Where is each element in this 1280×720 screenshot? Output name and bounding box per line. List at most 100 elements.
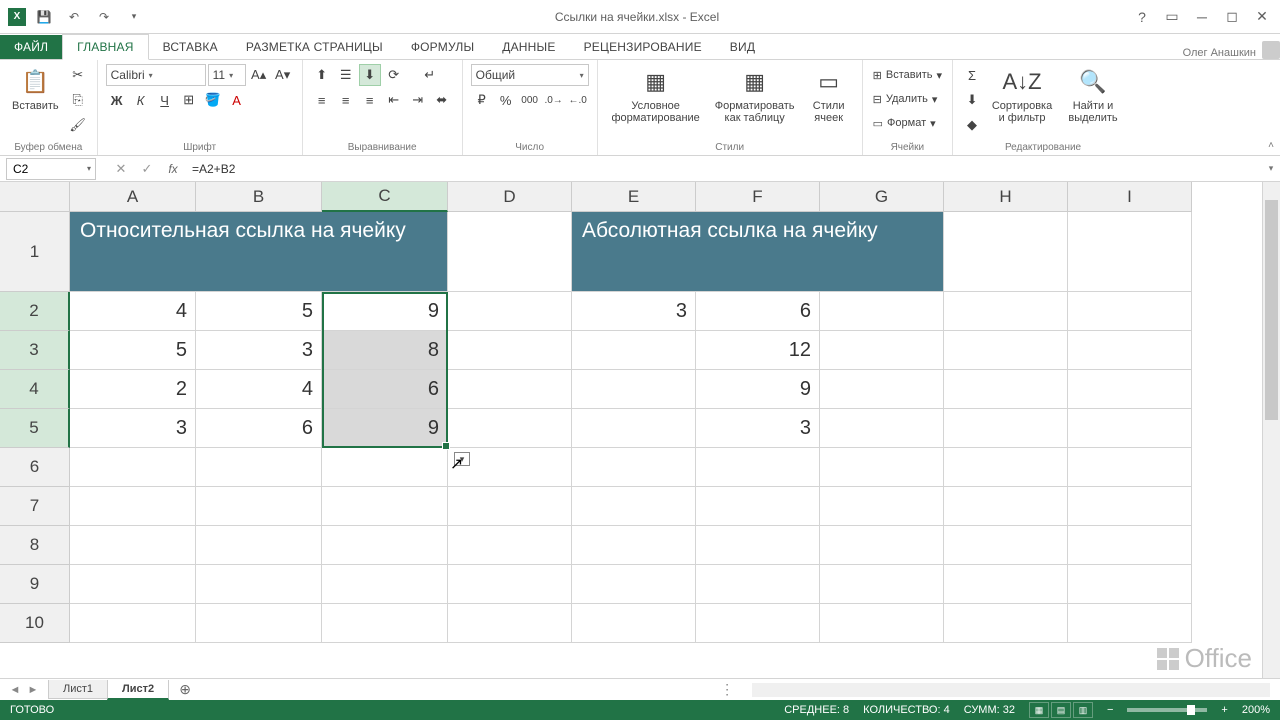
number-format-combo[interactable]: Общий▾: [471, 64, 589, 86]
increase-font-icon[interactable]: A▴: [248, 64, 270, 86]
tab-formulas[interactable]: ФОРМУЛЫ: [397, 35, 488, 59]
cell[interactable]: 5: [196, 292, 322, 331]
row-header[interactable]: 10: [0, 604, 70, 643]
cell[interactable]: 3: [696, 409, 820, 448]
view-page-break-icon[interactable]: ▥: [1073, 702, 1093, 718]
vertical-scrollbar[interactable]: [1262, 182, 1280, 680]
cell[interactable]: [944, 448, 1068, 487]
align-center-icon[interactable]: ≡: [335, 89, 357, 111]
close-icon[interactable]: ✕: [1248, 6, 1276, 28]
increase-indent-icon[interactable]: ⇥: [407, 89, 429, 111]
row-header[interactable]: 2: [0, 292, 70, 331]
column-header[interactable]: E: [572, 182, 696, 212]
table-header[interactable]: Относительная ссылка на ячейку: [70, 212, 448, 292]
insert-cells-button[interactable]: ⊞Вставить ▾: [871, 64, 944, 86]
cell[interactable]: [572, 409, 696, 448]
decrease-font-icon[interactable]: A▾: [272, 64, 294, 86]
sheet-tab-2[interactable]: Лист2: [107, 680, 169, 700]
cell[interactable]: [944, 565, 1068, 604]
cell[interactable]: [322, 487, 448, 526]
column-header[interactable]: I: [1068, 182, 1192, 212]
italic-icon[interactable]: К: [130, 89, 152, 111]
fx-icon[interactable]: fx: [160, 158, 186, 180]
cell[interactable]: [448, 526, 572, 565]
column-header[interactable]: H: [944, 182, 1068, 212]
merge-icon[interactable]: ⬌: [431, 89, 453, 111]
tab-review[interactable]: РЕЦЕНЗИРОВАНИЕ: [570, 35, 716, 59]
cell[interactable]: 3: [70, 409, 196, 448]
cell[interactable]: 6: [696, 292, 820, 331]
cell[interactable]: [448, 409, 572, 448]
column-header[interactable]: D: [448, 182, 572, 212]
maximize-icon[interactable]: ◻: [1218, 6, 1246, 28]
cell[interactable]: [1068, 448, 1192, 487]
sheet-tab-1[interactable]: Лист1: [48, 680, 108, 699]
cell[interactable]: [572, 526, 696, 565]
row-header[interactable]: 1: [0, 212, 70, 292]
cell[interactable]: [196, 526, 322, 565]
cell[interactable]: [448, 292, 572, 331]
column-header[interactable]: B: [196, 182, 322, 212]
cell[interactable]: [944, 331, 1068, 370]
cell[interactable]: [1068, 487, 1192, 526]
bold-icon[interactable]: Ж: [106, 89, 128, 111]
cell[interactable]: [448, 604, 572, 643]
horizontal-scrollbar[interactable]: [752, 683, 1270, 697]
cell[interactable]: [322, 448, 448, 487]
delete-cells-button[interactable]: ⊟Удалить ▾: [871, 88, 940, 110]
cell[interactable]: [820, 565, 944, 604]
cell[interactable]: 6: [196, 409, 322, 448]
copy-icon[interactable]: ⎘: [67, 89, 89, 111]
cell[interactable]: [322, 565, 448, 604]
column-header[interactable]: G: [820, 182, 944, 212]
tab-data[interactable]: ДАННЫЕ: [488, 35, 569, 59]
cell[interactable]: [70, 526, 196, 565]
ribbon-display-icon[interactable]: ▭: [1158, 6, 1186, 28]
cell[interactable]: [696, 565, 820, 604]
cell[interactable]: [820, 331, 944, 370]
cell[interactable]: [696, 487, 820, 526]
zoom-slider[interactable]: [1127, 708, 1207, 712]
cell[interactable]: [572, 565, 696, 604]
increase-decimal-icon[interactable]: .0→: [543, 89, 565, 111]
tab-file[interactable]: ФАЙЛ: [0, 35, 62, 59]
minimize-icon[interactable]: ─: [1188, 6, 1216, 28]
comma-icon[interactable]: 000: [519, 89, 541, 111]
borders-icon[interactable]: ⊞: [178, 89, 200, 111]
row-header[interactable]: 7: [0, 487, 70, 526]
cell[interactable]: 3: [572, 292, 696, 331]
cell[interactable]: [572, 604, 696, 643]
cell[interactable]: [196, 565, 322, 604]
column-header[interactable]: C: [322, 182, 448, 212]
sort-filter-button[interactable]: A↓Z Сортировка и фильтр: [987, 64, 1057, 126]
cut-icon[interactable]: ✂: [67, 64, 89, 86]
tab-view[interactable]: ВИД: [716, 35, 769, 59]
cell[interactable]: [944, 212, 1068, 292]
currency-icon[interactable]: ₽: [471, 89, 493, 111]
row-header[interactable]: 9: [0, 565, 70, 604]
cell[interactable]: [196, 448, 322, 487]
enter-formula-icon[interactable]: ✓: [134, 158, 160, 180]
cell[interactable]: [1068, 409, 1192, 448]
decrease-decimal-icon[interactable]: ←.0: [567, 89, 589, 111]
cell[interactable]: [820, 448, 944, 487]
cell[interactable]: [820, 370, 944, 409]
formula-input[interactable]: [186, 158, 1262, 180]
column-header[interactable]: A: [70, 182, 196, 212]
cell[interactable]: 2: [70, 370, 196, 409]
qat-customize-icon[interactable]: ▾: [122, 5, 146, 29]
name-box[interactable]: C2▾: [6, 158, 96, 180]
cell[interactable]: [820, 409, 944, 448]
cell[interactable]: [448, 565, 572, 604]
cell[interactable]: 9: [322, 409, 448, 448]
align-top-icon[interactable]: ⬆: [311, 64, 333, 86]
row-header[interactable]: 3: [0, 331, 70, 370]
cell[interactable]: [944, 604, 1068, 643]
cell[interactable]: [1068, 565, 1192, 604]
font-color-icon[interactable]: A: [226, 89, 248, 111]
cell[interactable]: [944, 409, 1068, 448]
cell[interactable]: [448, 331, 572, 370]
cell[interactable]: [1068, 212, 1192, 292]
view-page-layout-icon[interactable]: ▤: [1051, 702, 1071, 718]
table-header[interactable]: Абсолютная ссылка на ячейку: [572, 212, 944, 292]
